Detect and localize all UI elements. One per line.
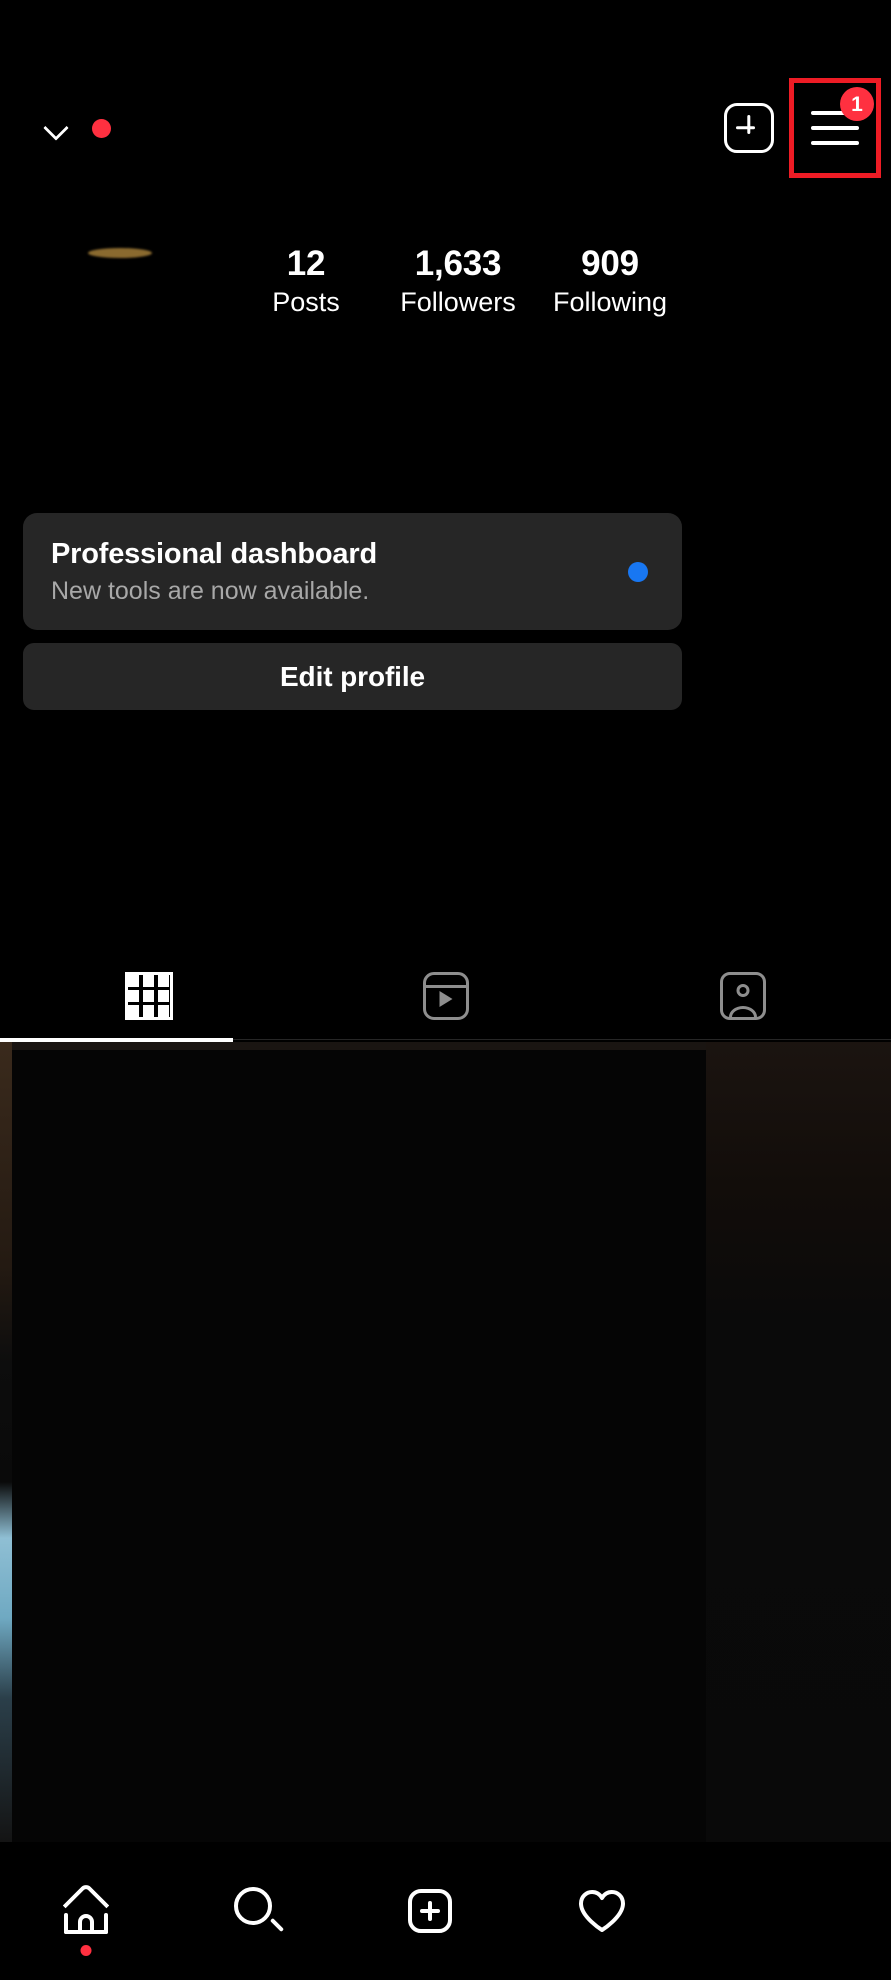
stat-posts-label: Posts: [272, 285, 340, 320]
account-switch-dot-icon: [92, 119, 111, 138]
nav-search[interactable]: [172, 1842, 344, 1980]
home-notification-dot-icon: [81, 1945, 92, 1956]
tab-grid[interactable]: [0, 952, 297, 1040]
plus-square-icon: [408, 1889, 452, 1933]
stat-following-value: 909: [581, 244, 639, 283]
nav-home[interactable]: [0, 1842, 172, 1980]
professional-dashboard-texts: Professional dashboard New tools are now…: [51, 536, 628, 608]
instagram-profile-screen: 1 12 Posts 1,633 Followers 909 Following…: [0, 0, 891, 1980]
account-switcher[interactable]: [30, 78, 111, 178]
nav-activity[interactable]: [516, 1842, 688, 1980]
home-icon: [61, 1888, 111, 1934]
create-button[interactable]: [719, 98, 779, 158]
professional-dashboard-card[interactable]: Professional dashboard New tools are now…: [23, 513, 682, 630]
tab-reels[interactable]: [297, 952, 594, 1040]
post-thumbnail-left[interactable]: [0, 1042, 12, 1842]
stat-following-label: Following: [553, 285, 667, 320]
stat-posts[interactable]: 12 Posts: [230, 244, 382, 320]
stat-followers[interactable]: 1,633 Followers: [382, 244, 534, 320]
content-tab-bar: [0, 952, 891, 1040]
tab-tagged[interactable]: [594, 952, 891, 1040]
notification-dot-icon: [628, 562, 648, 582]
stat-following[interactable]: 909 Following: [534, 244, 686, 320]
reels-icon: [423, 972, 469, 1020]
stat-followers-value: 1,633: [415, 244, 502, 283]
chevron-down-icon[interactable]: [44, 115, 70, 141]
profile-header: 12 Posts 1,633 Followers 909 Following: [0, 210, 891, 370]
post-thumbnail-right[interactable]: [706, 1042, 891, 1842]
profile-stats: 12 Posts 1,633 Followers 909 Following: [230, 244, 870, 320]
tagged-person-icon: [720, 972, 766, 1020]
professional-dashboard-title: Professional dashboard: [51, 536, 628, 572]
stat-posts-value: 12: [287, 244, 326, 283]
nav-create[interactable]: [344, 1842, 516, 1980]
plus-square-icon: [724, 103, 774, 153]
edit-profile-button[interactable]: Edit profile: [23, 643, 682, 710]
post-thumbnail-main[interactable]: [12, 1050, 706, 1842]
hamburger-menu-button[interactable]: 1: [789, 78, 881, 178]
avatar-detail-top: [88, 248, 152, 258]
grid-icon: [125, 972, 173, 1020]
bottom-navigation-bar: [0, 1842, 891, 1980]
stat-followers-label: Followers: [400, 285, 516, 320]
avatar[interactable]: [36, 210, 196, 370]
search-icon: [234, 1887, 282, 1935]
top-bar: [0, 78, 891, 178]
menu-notification-badge: 1: [840, 87, 874, 121]
heart-icon: [577, 1888, 627, 1934]
professional-dashboard-subtitle: New tools are now available.: [51, 575, 628, 608]
